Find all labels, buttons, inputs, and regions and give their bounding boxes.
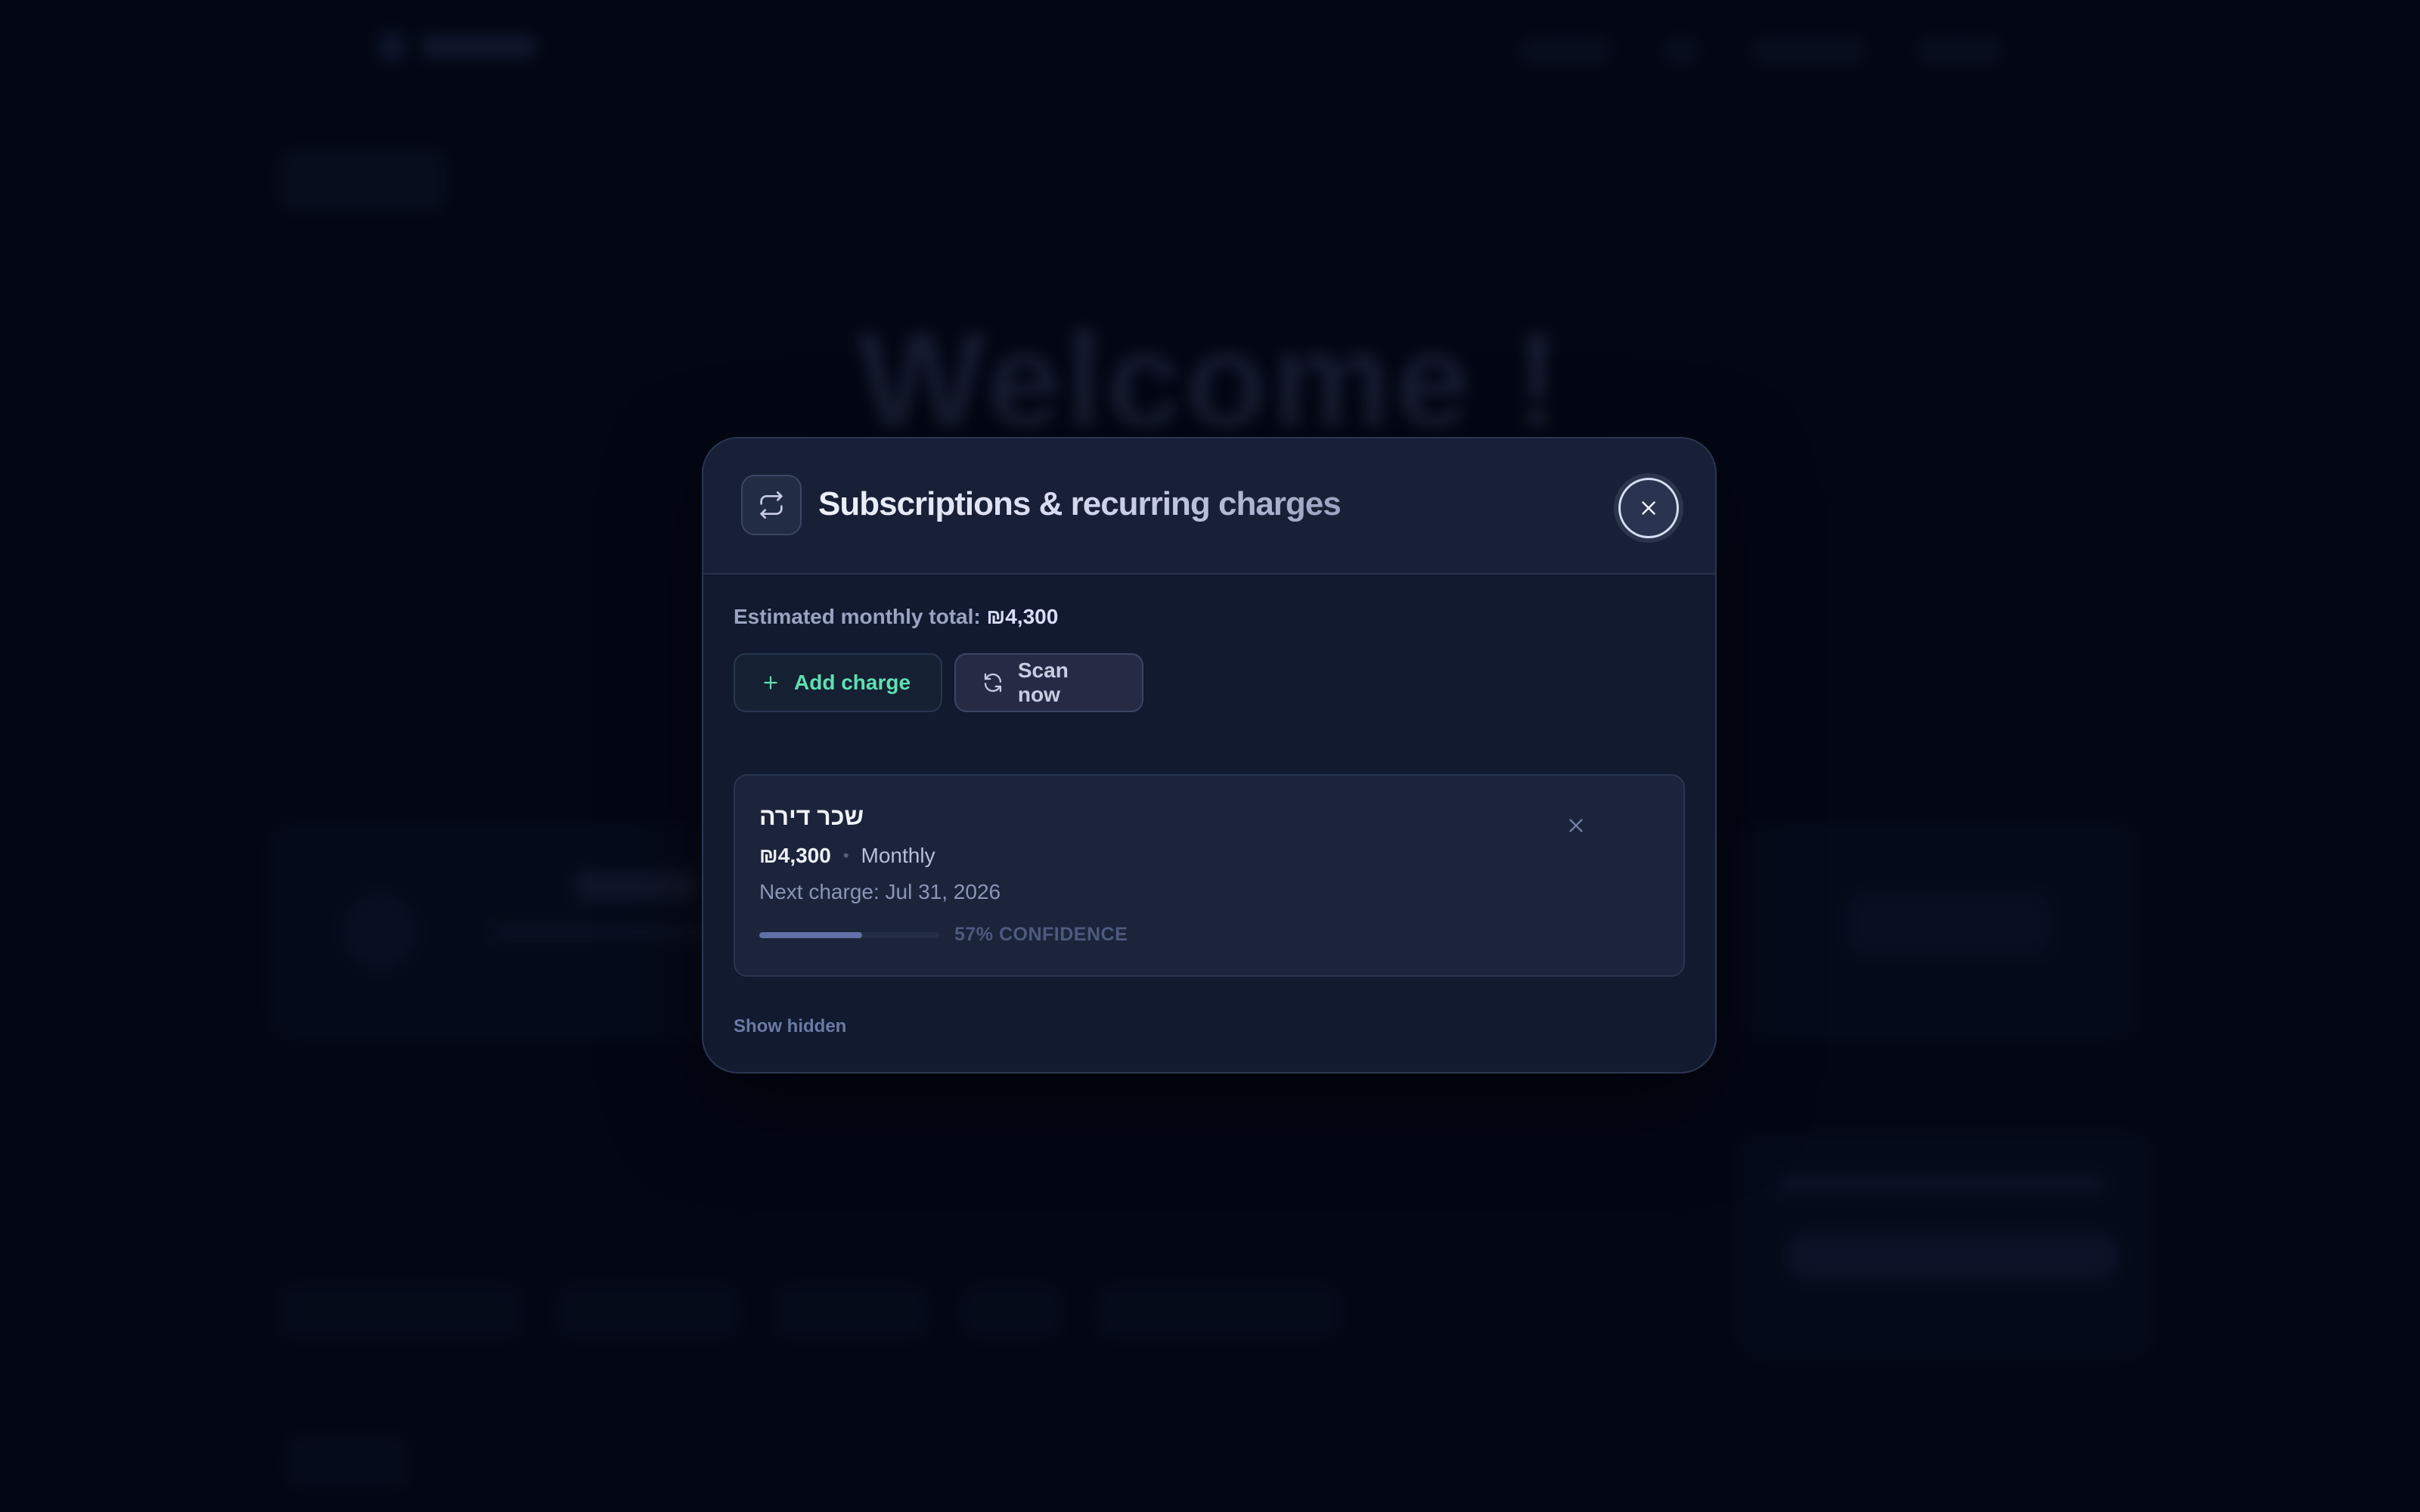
confidence-bar bbox=[759, 931, 939, 938]
charge-name: שכר דירה bbox=[759, 803, 864, 830]
charge-card[interactable]: שכר דירה ₪4,300 • Monthly Next charge: J… bbox=[734, 774, 1685, 977]
monthly-total-amount: ₪4,300 bbox=[986, 605, 1059, 628]
subscriptions-modal: Subscriptions & recurring charges Estima… bbox=[702, 437, 1717, 1074]
remove-charge-button[interactable] bbox=[1559, 809, 1593, 842]
plus-icon bbox=[764, 676, 777, 689]
page: Welcome ! Subscriptions & recurring char… bbox=[0, 0, 2420, 1512]
close-icon bbox=[1569, 819, 1583, 832]
confidence-label: 57% CONFIDENCE bbox=[954, 924, 1128, 945]
monthly-total-label: Estimated monthly total: bbox=[734, 605, 981, 628]
confidence-bar-fill bbox=[759, 931, 862, 938]
scan-now-button[interactable]: Scan now bbox=[954, 653, 1143, 712]
repeat-icon bbox=[741, 475, 802, 535]
refresh-icon bbox=[984, 673, 1002, 692]
modal-header: Subscriptions & recurring charges bbox=[703, 438, 1715, 575]
close-modal-button[interactable] bbox=[1618, 478, 1679, 538]
charge-next-date: Next charge: Jul 31, 2026 bbox=[759, 880, 1001, 903]
charge-amount-line: ₪4,300 • Monthly bbox=[759, 844, 935, 868]
charge-amount: ₪4,300 bbox=[759, 844, 831, 867]
show-hidden-link[interactable]: Show hidden bbox=[734, 1016, 846, 1037]
close-icon bbox=[1642, 501, 1655, 515]
confidence-row: 57% CONFIDENCE bbox=[759, 924, 1128, 946]
monthly-total-summary: Estimated monthly total: ₪4,300 bbox=[734, 605, 1058, 629]
separator-dot: • bbox=[842, 846, 849, 865]
add-charge-button[interactable]: Add charge bbox=[734, 653, 942, 712]
modal-title: Subscriptions & recurring charges bbox=[818, 485, 1342, 522]
scan-now-label: Scan now bbox=[1017, 658, 1069, 706]
charge-frequency: Monthly bbox=[861, 844, 935, 867]
add-charge-label: Add charge bbox=[794, 671, 911, 694]
